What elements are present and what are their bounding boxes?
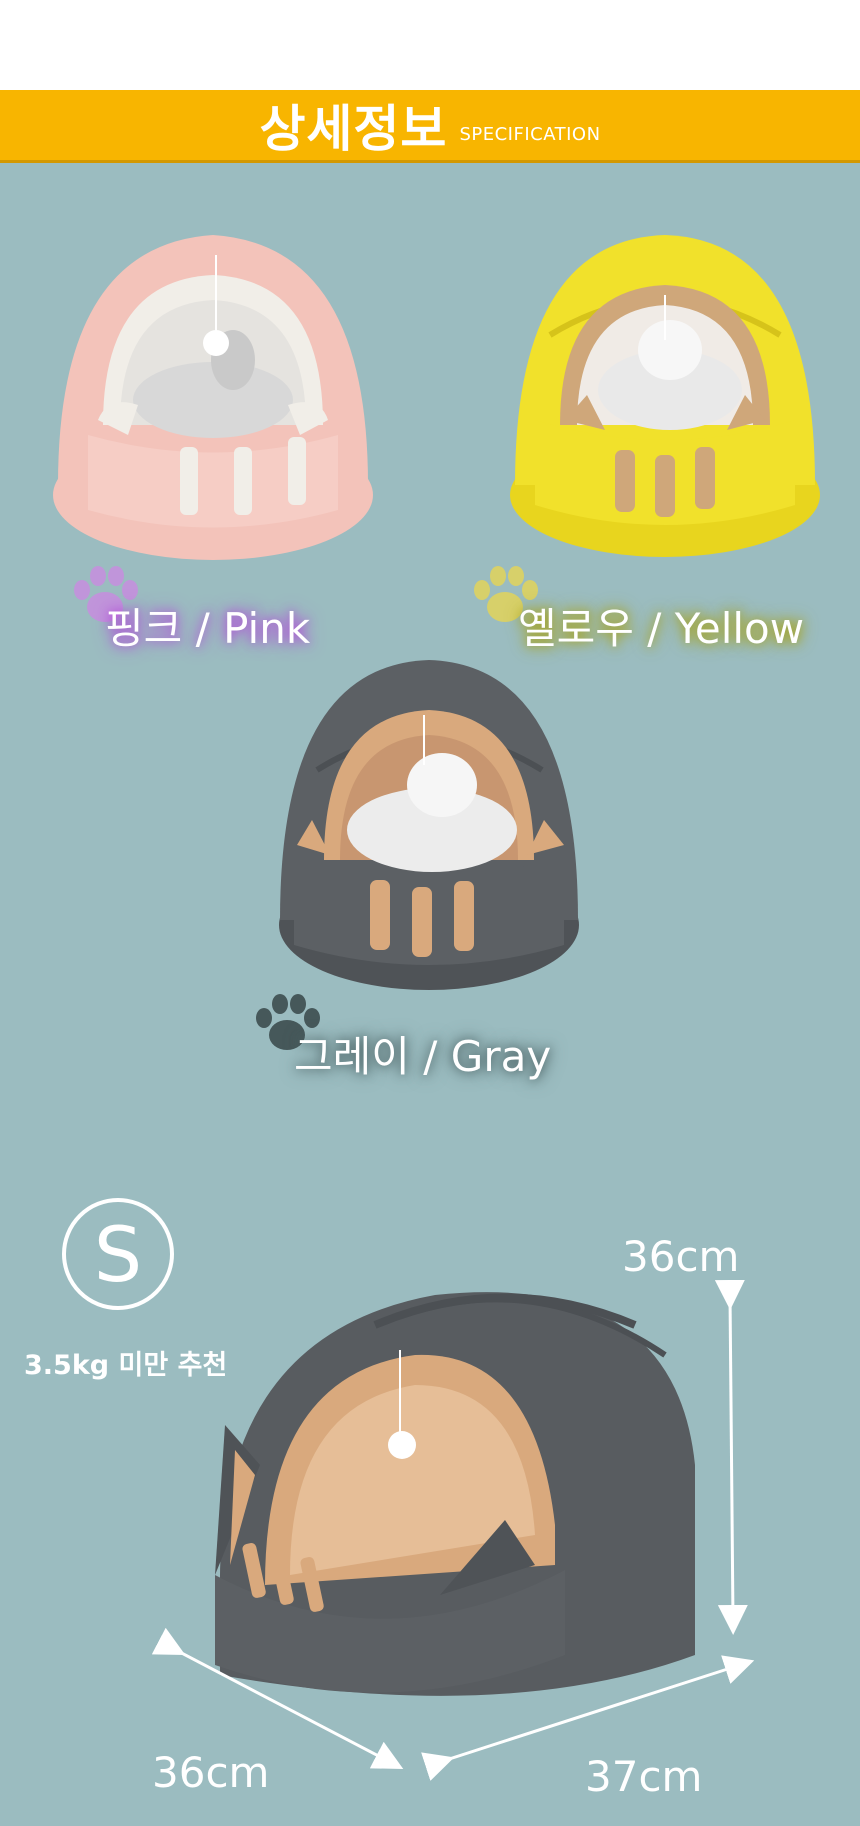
color-label-yellow: 옐로우 / Yellow xyxy=(470,566,804,660)
width-dimension: 37cm xyxy=(585,1752,703,1801)
height-dimension: 36cm xyxy=(622,1232,740,1281)
dimension-arrows xyxy=(151,1279,755,1781)
depth-dimension: 36cm xyxy=(152,1748,270,1797)
color-label-gray: 그레이 / Gray xyxy=(252,994,551,1088)
color-label-pink: 핑크 / Pink xyxy=(70,566,310,660)
